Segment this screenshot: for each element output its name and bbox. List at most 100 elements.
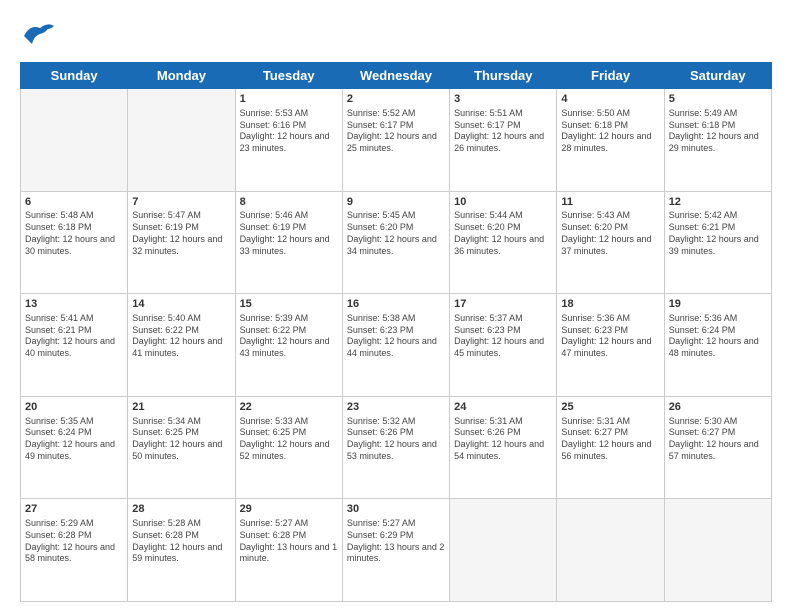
day-info: Sunrise: 5:31 AMSunset: 6:26 PMDaylight:…: [454, 416, 552, 463]
day-info: Sunrise: 5:46 AMSunset: 6:19 PMDaylight:…: [240, 210, 338, 257]
day-info: Sunrise: 5:45 AMSunset: 6:20 PMDaylight:…: [347, 210, 445, 257]
logo: [20, 16, 60, 52]
day-info: Sunrise: 5:40 AMSunset: 6:22 PMDaylight:…: [132, 313, 230, 360]
day-info: Sunrise: 5:30 AMSunset: 6:27 PMDaylight:…: [669, 416, 767, 463]
day-info: Sunrise: 5:53 AMSunset: 6:16 PMDaylight:…: [240, 108, 338, 155]
calendar-cell: 11Sunrise: 5:43 AMSunset: 6:20 PMDayligh…: [557, 191, 664, 294]
calendar-cell: 17Sunrise: 5:37 AMSunset: 6:23 PMDayligh…: [450, 294, 557, 397]
day-number: 23: [347, 400, 445, 415]
calendar-cell: 12Sunrise: 5:42 AMSunset: 6:21 PMDayligh…: [664, 191, 771, 294]
day-number: 29: [240, 502, 338, 517]
calendar-cell: 9Sunrise: 5:45 AMSunset: 6:20 PMDaylight…: [342, 191, 449, 294]
day-number: 16: [347, 297, 445, 312]
calendar-cell: 28Sunrise: 5:28 AMSunset: 6:28 PMDayligh…: [128, 499, 235, 602]
calendar-table: SundayMondayTuesdayWednesdayThursdayFrid…: [20, 62, 772, 602]
day-info: Sunrise: 5:47 AMSunset: 6:19 PMDaylight:…: [132, 210, 230, 257]
calendar-cell: 27Sunrise: 5:29 AMSunset: 6:28 PMDayligh…: [21, 499, 128, 602]
day-info: Sunrise: 5:27 AMSunset: 6:28 PMDaylight:…: [240, 518, 338, 565]
day-number: 27: [25, 502, 123, 517]
day-info: Sunrise: 5:36 AMSunset: 6:23 PMDaylight:…: [561, 313, 659, 360]
calendar-cell: 19Sunrise: 5:36 AMSunset: 6:24 PMDayligh…: [664, 294, 771, 397]
calendar-cell: 20Sunrise: 5:35 AMSunset: 6:24 PMDayligh…: [21, 396, 128, 499]
calendar-cell: 18Sunrise: 5:36 AMSunset: 6:23 PMDayligh…: [557, 294, 664, 397]
day-info: Sunrise: 5:31 AMSunset: 6:27 PMDaylight:…: [561, 416, 659, 463]
calendar-cell: 25Sunrise: 5:31 AMSunset: 6:27 PMDayligh…: [557, 396, 664, 499]
calendar-cell: 24Sunrise: 5:31 AMSunset: 6:26 PMDayligh…: [450, 396, 557, 499]
calendar-cell: 3Sunrise: 5:51 AMSunset: 6:17 PMDaylight…: [450, 89, 557, 192]
day-number: 24: [454, 400, 552, 415]
week-row-5: 27Sunrise: 5:29 AMSunset: 6:28 PMDayligh…: [21, 499, 772, 602]
day-number: 5: [669, 92, 767, 107]
day-number: 14: [132, 297, 230, 312]
day-number: 19: [669, 297, 767, 312]
day-info: Sunrise: 5:49 AMSunset: 6:18 PMDaylight:…: [669, 108, 767, 155]
calendar-cell: 4Sunrise: 5:50 AMSunset: 6:18 PMDaylight…: [557, 89, 664, 192]
day-info: Sunrise: 5:36 AMSunset: 6:24 PMDaylight:…: [669, 313, 767, 360]
calendar-cell: 8Sunrise: 5:46 AMSunset: 6:19 PMDaylight…: [235, 191, 342, 294]
day-info: Sunrise: 5:48 AMSunset: 6:18 PMDaylight:…: [25, 210, 123, 257]
day-number: 10: [454, 195, 552, 210]
week-row-4: 20Sunrise: 5:35 AMSunset: 6:24 PMDayligh…: [21, 396, 772, 499]
day-number: 8: [240, 195, 338, 210]
calendar-cell: 21Sunrise: 5:34 AMSunset: 6:25 PMDayligh…: [128, 396, 235, 499]
day-number: 17: [454, 297, 552, 312]
day-info: Sunrise: 5:34 AMSunset: 6:25 PMDaylight:…: [132, 416, 230, 463]
day-info: Sunrise: 5:51 AMSunset: 6:17 PMDaylight:…: [454, 108, 552, 155]
day-number: 11: [561, 195, 659, 210]
day-info: Sunrise: 5:37 AMSunset: 6:23 PMDaylight:…: [454, 313, 552, 360]
day-number: 9: [347, 195, 445, 210]
calendar-cell: 16Sunrise: 5:38 AMSunset: 6:23 PMDayligh…: [342, 294, 449, 397]
day-number: 7: [132, 195, 230, 210]
day-number: 25: [561, 400, 659, 415]
week-row-3: 13Sunrise: 5:41 AMSunset: 6:21 PMDayligh…: [21, 294, 772, 397]
calendar-cell: 7Sunrise: 5:47 AMSunset: 6:19 PMDaylight…: [128, 191, 235, 294]
day-info: Sunrise: 5:42 AMSunset: 6:21 PMDaylight:…: [669, 210, 767, 257]
day-header-tuesday: Tuesday: [235, 63, 342, 89]
day-number: 20: [25, 400, 123, 415]
calendar-cell: 14Sunrise: 5:40 AMSunset: 6:22 PMDayligh…: [128, 294, 235, 397]
calendar-cell: [557, 499, 664, 602]
calendar-cell: 5Sunrise: 5:49 AMSunset: 6:18 PMDaylight…: [664, 89, 771, 192]
week-row-1: 1Sunrise: 5:53 AMSunset: 6:16 PMDaylight…: [21, 89, 772, 192]
day-info: Sunrise: 5:28 AMSunset: 6:28 PMDaylight:…: [132, 518, 230, 565]
day-info: Sunrise: 5:35 AMSunset: 6:24 PMDaylight:…: [25, 416, 123, 463]
day-info: Sunrise: 5:39 AMSunset: 6:22 PMDaylight:…: [240, 313, 338, 360]
day-info: Sunrise: 5:38 AMSunset: 6:23 PMDaylight:…: [347, 313, 445, 360]
calendar-header-row: SundayMondayTuesdayWednesdayThursdayFrid…: [21, 63, 772, 89]
day-info: Sunrise: 5:52 AMSunset: 6:17 PMDaylight:…: [347, 108, 445, 155]
day-info: Sunrise: 5:50 AMSunset: 6:18 PMDaylight:…: [561, 108, 659, 155]
day-header-saturday: Saturday: [664, 63, 771, 89]
calendar-cell: 26Sunrise: 5:30 AMSunset: 6:27 PMDayligh…: [664, 396, 771, 499]
day-info: Sunrise: 5:33 AMSunset: 6:25 PMDaylight:…: [240, 416, 338, 463]
day-number: 22: [240, 400, 338, 415]
day-number: 15: [240, 297, 338, 312]
day-number: 12: [669, 195, 767, 210]
day-number: 13: [25, 297, 123, 312]
calendar-cell: 15Sunrise: 5:39 AMSunset: 6:22 PMDayligh…: [235, 294, 342, 397]
day-header-monday: Monday: [128, 63, 235, 89]
day-number: 6: [25, 195, 123, 210]
day-number: 4: [561, 92, 659, 107]
day-header-sunday: Sunday: [21, 63, 128, 89]
day-number: 1: [240, 92, 338, 107]
calendar-cell: 30Sunrise: 5:27 AMSunset: 6:29 PMDayligh…: [342, 499, 449, 602]
day-number: 18: [561, 297, 659, 312]
day-info: Sunrise: 5:43 AMSunset: 6:20 PMDaylight:…: [561, 210, 659, 257]
calendar-cell: 2Sunrise: 5:52 AMSunset: 6:17 PMDaylight…: [342, 89, 449, 192]
day-header-thursday: Thursday: [450, 63, 557, 89]
calendar-cell: 6Sunrise: 5:48 AMSunset: 6:18 PMDaylight…: [21, 191, 128, 294]
calendar-cell: [450, 499, 557, 602]
day-info: Sunrise: 5:29 AMSunset: 6:28 PMDaylight:…: [25, 518, 123, 565]
day-header-friday: Friday: [557, 63, 664, 89]
calendar-cell: 1Sunrise: 5:53 AMSunset: 6:16 PMDaylight…: [235, 89, 342, 192]
logo-icon: [20, 16, 56, 52]
calendar-cell: [21, 89, 128, 192]
calendar-cell: 29Sunrise: 5:27 AMSunset: 6:28 PMDayligh…: [235, 499, 342, 602]
day-number: 30: [347, 502, 445, 517]
day-info: Sunrise: 5:32 AMSunset: 6:26 PMDaylight:…: [347, 416, 445, 463]
calendar-cell: 22Sunrise: 5:33 AMSunset: 6:25 PMDayligh…: [235, 396, 342, 499]
day-info: Sunrise: 5:27 AMSunset: 6:29 PMDaylight:…: [347, 518, 445, 565]
calendar-cell: 23Sunrise: 5:32 AMSunset: 6:26 PMDayligh…: [342, 396, 449, 499]
day-info: Sunrise: 5:41 AMSunset: 6:21 PMDaylight:…: [25, 313, 123, 360]
page: SundayMondayTuesdayWednesdayThursdayFrid…: [0, 0, 792, 612]
